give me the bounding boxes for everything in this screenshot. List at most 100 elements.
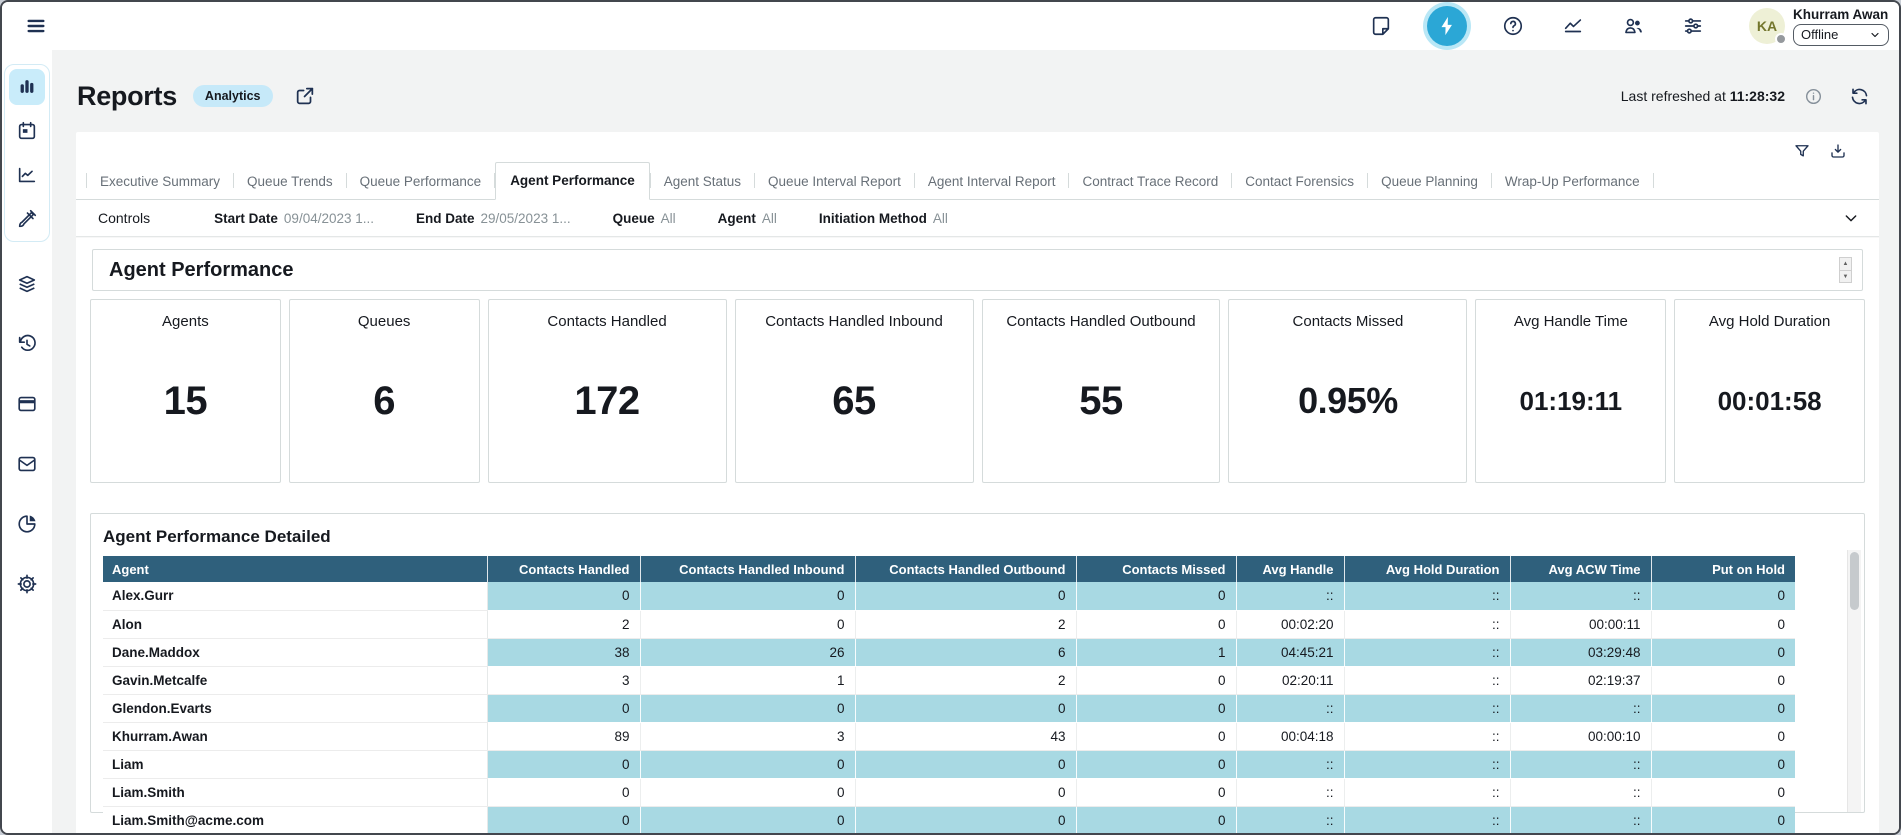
value-cell: 03:29:48	[1510, 638, 1651, 666]
pie-chart-icon[interactable]	[9, 506, 45, 542]
tab-agent-status[interactable]: Agent Status	[651, 165, 754, 199]
value-cell: 0	[640, 582, 855, 610]
status-select[interactable]: Offline	[1793, 24, 1889, 46]
value-cell: 3	[640, 722, 855, 750]
users-icon[interactable]	[1615, 8, 1651, 44]
controls-collapse-chevron-icon[interactable]	[1839, 206, 1863, 230]
value-cell: 0	[855, 778, 1076, 806]
topbar: KA Khurram Awan Offline	[2, 2, 1899, 50]
kpi-label: Contacts Handled	[541, 313, 672, 330]
line-chart-icon[interactable]	[9, 157, 45, 193]
value-cell: 1	[1076, 638, 1236, 666]
scrollbar-thumb[interactable]	[1850, 552, 1859, 610]
value-cell: ::	[1510, 694, 1651, 722]
hamburger-menu-icon[interactable]	[18, 8, 54, 44]
user-area: KA Khurram Awan Offline	[1749, 7, 1889, 46]
history-icon[interactable]	[9, 326, 45, 362]
column-header-avg-hold-duration: Avg Hold Duration	[1344, 556, 1510, 582]
kpi-label: Queues	[352, 313, 417, 330]
value-cell: ::	[1510, 806, 1651, 834]
metrics-icon[interactable]	[1555, 8, 1591, 44]
value-cell: 0	[487, 806, 640, 834]
value-cell: 3	[487, 666, 640, 694]
kpi-value: 15	[164, 330, 208, 482]
kpi-value: 55	[1079, 330, 1123, 482]
external-link-icon[interactable]	[287, 78, 323, 114]
column-header-put-on-hold: Put on Hold	[1651, 556, 1795, 582]
tab-wrap-up-performance[interactable]: Wrap-Up Performance	[1492, 165, 1653, 199]
tab-contact-forensics[interactable]: Contact Forensics	[1232, 165, 1367, 199]
value-cell: ::	[1344, 610, 1510, 638]
control-agent[interactable]: AgentAll	[718, 211, 777, 226]
spinner-up-icon[interactable]: ▲	[1840, 258, 1851, 270]
column-header-contacts-handled: Contacts Handled	[487, 556, 640, 582]
value-cell: 0	[487, 750, 640, 778]
kpi-value: 0.95%	[1298, 330, 1398, 482]
kpi-label: Contacts Handled Outbound	[1000, 313, 1201, 330]
control-start-date[interactable]: Start Date09/04/2023 1...	[214, 211, 374, 226]
kpi-label: Contacts Missed	[1287, 313, 1410, 330]
value-cell: 00:02:20	[1236, 610, 1344, 638]
control-end-date[interactable]: End Date29/05/2023 1...	[416, 211, 571, 226]
value-cell: 0	[855, 694, 1076, 722]
status-dot	[1775, 33, 1787, 45]
value-cell: 00:00:10	[1510, 722, 1651, 750]
bolt-icon[interactable]	[1427, 6, 1467, 46]
section-scroll-spinner: ▲ ▼	[1839, 257, 1852, 283]
tab-agent-interval-report[interactable]: Agent Interval Report	[915, 165, 1069, 199]
note-icon[interactable]	[1363, 8, 1399, 44]
browser-icon[interactable]	[9, 386, 45, 422]
tab-agent-performance[interactable]: Agent Performance	[495, 162, 650, 200]
table-row: Liam.Smith0000::::::0	[103, 778, 1795, 806]
tab-executive-summary[interactable]: Executive Summary	[87, 165, 233, 199]
tab-queue-performance[interactable]: Queue Performance	[347, 165, 495, 199]
calendar-icon[interactable]	[9, 113, 45, 149]
kpi-label: Avg Hold Duration	[1703, 313, 1836, 330]
value-cell: 0	[487, 582, 640, 610]
control-queue[interactable]: QueueAll	[613, 211, 676, 226]
tab-queue-trends[interactable]: Queue Trends	[234, 165, 346, 199]
value-cell: 89	[487, 722, 640, 750]
agent-name-cell: Gavin.Metcalfe	[103, 666, 487, 694]
agent-name-cell: Alex.Gurr	[103, 582, 487, 610]
control-initiation-method[interactable]: Initiation MethodAll	[819, 211, 948, 226]
layers-icon[interactable]	[9, 266, 45, 302]
tab-queue-planning[interactable]: Queue Planning	[1368, 165, 1491, 199]
agent-name-cell: Dane.Maddox	[103, 638, 487, 666]
value-cell: 0	[1076, 610, 1236, 638]
spinner-down-icon[interactable]: ▼	[1840, 270, 1851, 282]
value-cell: 0	[1076, 778, 1236, 806]
controls-bar: Controls Start Date09/04/2023 1... End Da…	[76, 200, 1879, 237]
value-cell: 0	[1651, 694, 1795, 722]
kpi-card-contacts-handled-outbound: Contacts Handled Outbound55	[982, 299, 1221, 483]
value-cell: 0	[1076, 722, 1236, 750]
kpi-value: 01:19:11	[1520, 330, 1623, 482]
refresh-icon[interactable]	[1841, 78, 1877, 114]
help-icon[interactable]	[1495, 8, 1531, 44]
kpi-value: 172	[574, 330, 639, 482]
column-header-contacts-handled-outbound: Contacts Handled Outbound	[855, 556, 1076, 582]
value-cell: 0	[1651, 722, 1795, 750]
info-icon[interactable]	[1795, 78, 1831, 114]
table-vertical-scrollbar[interactable]	[1847, 550, 1861, 812]
value-cell: 0	[1651, 806, 1795, 834]
controls-label: Controls	[98, 210, 150, 226]
mail-icon[interactable]	[9, 446, 45, 482]
value-cell: 0	[855, 750, 1076, 778]
tab-contract-trace-record[interactable]: Contract Trace Record	[1069, 165, 1231, 199]
value-cell: 0	[1651, 666, 1795, 694]
sliders-icon[interactable]	[1675, 8, 1711, 44]
filter-icon[interactable]	[1791, 140, 1813, 162]
value-cell: 6	[855, 638, 1076, 666]
bar-chart-icon[interactable]	[9, 69, 45, 105]
agent-name-cell: Glendon.Evarts	[103, 694, 487, 722]
table-row: Liam0000::::::0	[103, 750, 1795, 778]
avatar[interactable]: KA	[1749, 8, 1785, 44]
value-cell: 0	[1076, 582, 1236, 610]
design-icon[interactable]	[9, 201, 45, 237]
settings-icon[interactable]	[9, 566, 45, 602]
tab-queue-interval-report[interactable]: Queue Interval Report	[755, 165, 914, 199]
value-cell: 0	[1651, 750, 1795, 778]
download-icon[interactable]	[1827, 140, 1849, 162]
kpi-card-contacts-missed: Contacts Missed0.95%	[1228, 299, 1467, 483]
